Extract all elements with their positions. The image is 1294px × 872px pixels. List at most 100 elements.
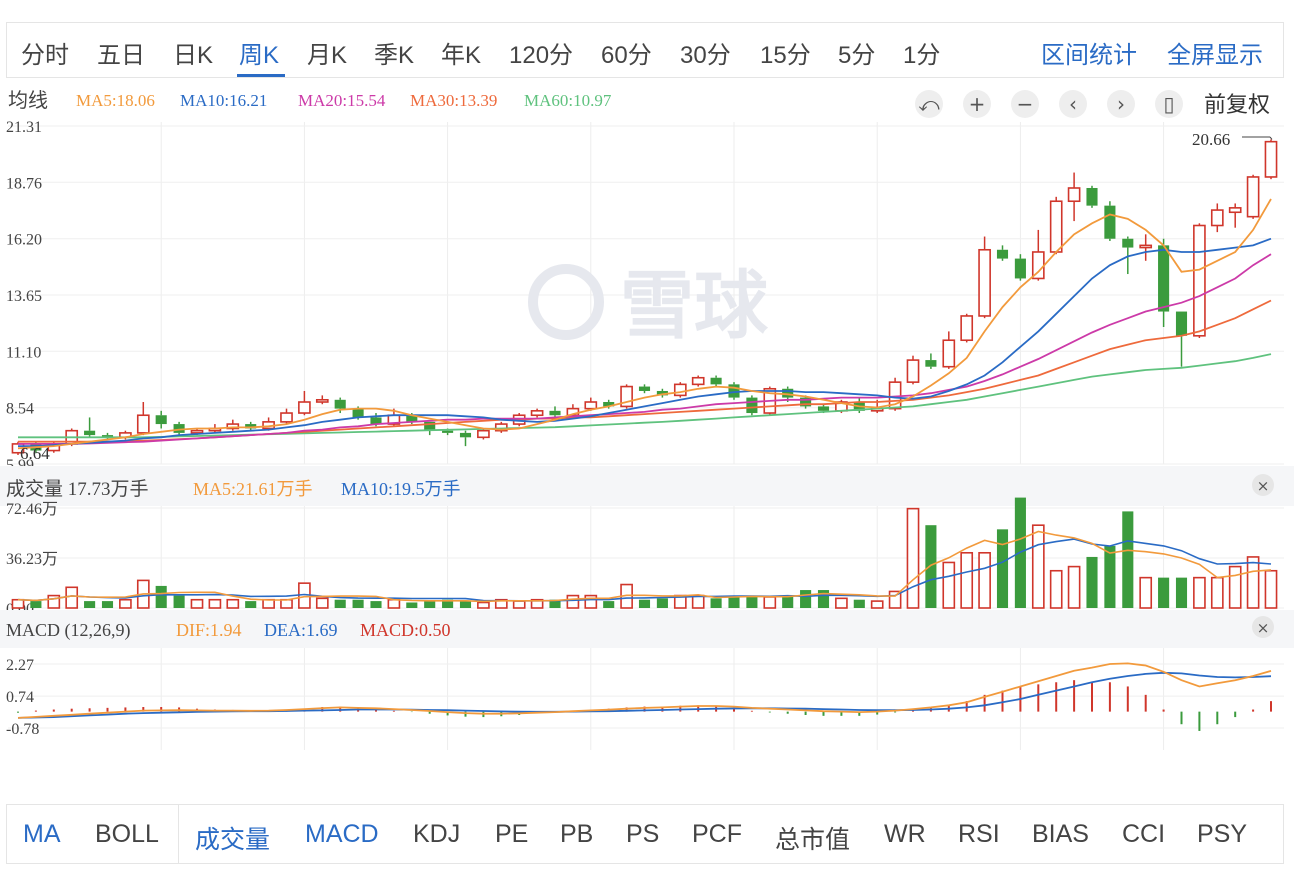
- candle-up[interactable]: [1264, 140, 1278, 178]
- volume-bar-down[interactable]: [638, 599, 651, 608]
- indicator-volume[interactable]: 成交量: [195, 820, 270, 856]
- volume-bar-down[interactable]: [800, 590, 812, 608]
- candle-down[interactable]: [1014, 258, 1026, 279]
- volume-bar-up[interactable]: [1067, 565, 1081, 609]
- candle-down[interactable]: [155, 415, 167, 425]
- indicator-ps[interactable]: PS: [626, 820, 659, 849]
- indicator-pcf[interactable]: PCF: [692, 820, 742, 849]
- volume-bar-down[interactable]: [155, 585, 167, 608]
- volume-bar-up[interactable]: [65, 586, 79, 609]
- volume-bar-down[interactable]: [746, 595, 758, 608]
- volume-bar-down[interactable]: [1122, 511, 1134, 608]
- indicator-kdj[interactable]: KDJ: [413, 820, 460, 849]
- volume-bar-down[interactable]: [656, 598, 668, 608]
- candle-down[interactable]: [334, 399, 346, 409]
- tab-15min[interactable]: 15分: [760, 35, 811, 70]
- volume-bar-down[interactable]: [424, 601, 436, 608]
- candle-up[interactable]: [1193, 224, 1206, 337]
- volume-bar-down[interactable]: [245, 601, 257, 608]
- tab-120min[interactable]: 120分: [509, 35, 573, 70]
- tab-five-day[interactable]: 五日: [97, 35, 145, 70]
- volume-bar-down[interactable]: [370, 601, 382, 608]
- volume-bar-up[interactable]: [190, 598, 204, 609]
- tab-yearly-k[interactable]: 年K: [441, 35, 481, 70]
- volume-bar-up[interactable]: [226, 598, 240, 609]
- candle-up[interactable]: [960, 315, 974, 342]
- volume-bar-up[interactable]: [978, 551, 991, 609]
- candle-up[interactable]: [1139, 244, 1153, 249]
- candle-down[interactable]: [442, 430, 454, 433]
- volume-bar-up[interactable]: [1246, 556, 1260, 609]
- volume-bar-up[interactable]: [566, 594, 580, 609]
- candle-down[interactable]: [638, 386, 651, 391]
- indicator-bias[interactable]: BIAS: [1032, 820, 1089, 849]
- volume-bar-up[interactable]: [835, 597, 848, 609]
- candle-up[interactable]: [942, 339, 956, 368]
- tab-weekly-k[interactable]: 周K: [239, 35, 279, 70]
- candle-up[interactable]: [584, 401, 598, 410]
- volume-bar-down[interactable]: [710, 598, 722, 608]
- volume-bar-down[interactable]: [334, 599, 346, 608]
- candle-down[interactable]: [817, 406, 830, 411]
- volume-bar-down[interactable]: [1158, 577, 1170, 608]
- candle-up[interactable]: [315, 398, 329, 403]
- volume-bar-down[interactable]: [101, 601, 114, 608]
- volume-bar-up[interactable]: [1264, 569, 1278, 609]
- volume-bar-up[interactable]: [1139, 576, 1153, 609]
- tab-1min[interactable]: 1分: [903, 35, 940, 70]
- volume-bar-down[interactable]: [817, 590, 830, 608]
- volume-bar-up[interactable]: [477, 601, 490, 609]
- volume-bar-up[interactable]: [11, 598, 25, 609]
- volume-bar-up[interactable]: [1228, 565, 1242, 609]
- candle-down[interactable]: [84, 430, 96, 436]
- candle-down[interactable]: [710, 377, 722, 385]
- volume-bar-down[interactable]: [1086, 556, 1098, 608]
- candle-up[interactable]: [673, 383, 687, 397]
- candle-down[interactable]: [1175, 311, 1188, 336]
- volume-bar-down[interactable]: [1104, 545, 1116, 608]
- indicator-wr[interactable]: WR: [884, 820, 926, 849]
- candle-up[interactable]: [1210, 209, 1224, 227]
- candle-up[interactable]: [1049, 200, 1063, 253]
- tab-monthly-k[interactable]: 月K: [307, 35, 347, 70]
- volume-bar-up[interactable]: [1210, 576, 1224, 609]
- volume-bar-up[interactable]: [512, 600, 526, 609]
- candle-up[interactable]: [477, 429, 490, 439]
- volume-bar-down[interactable]: [459, 601, 472, 608]
- candle-down[interactable]: [549, 410, 561, 416]
- volume-bar-up[interactable]: [1031, 524, 1045, 609]
- volume-bar-down[interactable]: [406, 602, 418, 608]
- candle-down[interactable]: [1122, 238, 1134, 248]
- range-stats-button[interactable]: 区间统计: [1041, 35, 1137, 70]
- candle-down[interactable]: [459, 432, 472, 438]
- candle-up[interactable]: [1228, 207, 1242, 214]
- stock-chart[interactable]: 均线 MA5:18.06 MA10:16.21 MA20:15.54 MA30:13.3…: [0, 84, 1294, 760]
- candle-down[interactable]: [925, 360, 937, 367]
- tab-intraday[interactable]: 分时: [21, 35, 69, 70]
- tab-60min[interactable]: 60分: [601, 35, 652, 70]
- volume-bar-up[interactable]: [942, 561, 956, 609]
- candle-up[interactable]: [691, 376, 705, 386]
- candle-up[interactable]: [190, 429, 204, 434]
- volume-bar-up[interactable]: [119, 598, 132, 609]
- volume-bar-up[interactable]: [1193, 576, 1206, 609]
- tab-30min[interactable]: 30分: [680, 35, 731, 70]
- candle-up[interactable]: [978, 248, 991, 317]
- candle-up[interactable]: [280, 412, 293, 423]
- volume-bar-up[interactable]: [691, 594, 705, 609]
- indicator-psy[interactable]: PSY: [1197, 820, 1247, 849]
- volume-bar-down[interactable]: [30, 601, 42, 608]
- indicator-market-cap[interactable]: 总市值: [775, 820, 850, 856]
- tab-5min[interactable]: 5分: [838, 35, 875, 70]
- candle-down[interactable]: [352, 408, 364, 418]
- volume-bar-up[interactable]: [262, 598, 275, 609]
- volume-bar-up[interactable]: [315, 597, 329, 609]
- volume-bar-down[interactable]: [84, 601, 96, 608]
- volume-bar-down[interactable]: [603, 601, 615, 608]
- candle-up[interactable]: [298, 401, 311, 414]
- volume-bar-up[interactable]: [387, 598, 401, 609]
- indicator-pb[interactable]: PB: [560, 820, 593, 849]
- volume-bar-up[interactable]: [960, 551, 974, 609]
- candle-up[interactable]: [1246, 176, 1260, 218]
- volume-bar-up[interactable]: [208, 598, 222, 609]
